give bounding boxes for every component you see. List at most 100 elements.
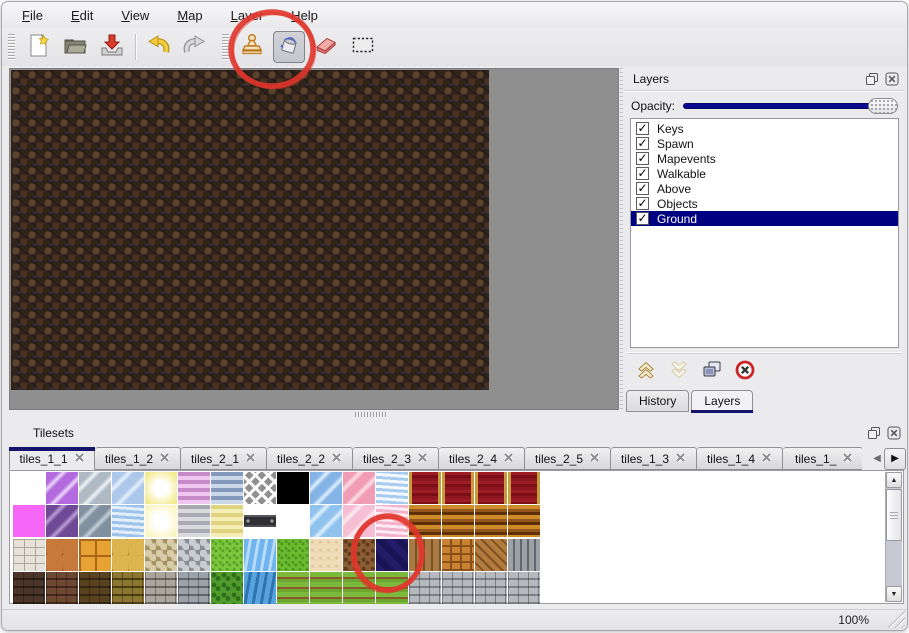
move-layer-up-button[interactable]: [635, 359, 657, 381]
tile-r1-c1[interactable]: [13, 472, 45, 504]
layer-visibility-checkbox[interactable]: ✓: [636, 212, 649, 225]
tile-r3-c8[interactable]: [244, 539, 276, 571]
tile-r1-c10[interactable]: [310, 472, 342, 504]
tileset-tab-tiles_1_1[interactable]: tiles_1_1: [9, 447, 95, 470]
scrollbar-thumb[interactable]: [886, 489, 902, 541]
tab-close-icon[interactable]: [159, 452, 170, 466]
tab-close-icon[interactable]: [331, 452, 342, 466]
tileset-scrollbar[interactable]: ▲ ▼: [885, 472, 902, 602]
tile-r2-c12[interactable]: [376, 505, 408, 537]
tile-r3-c3[interactable]: [79, 539, 111, 571]
tile-r4-c2[interactable]: [46, 572, 78, 604]
tile-r4-c9[interactable]: [277, 572, 309, 604]
select-tool-button[interactable]: [347, 31, 379, 63]
tile-r3-c10[interactable]: [310, 539, 342, 571]
tile-r1-c16[interactable]: [508, 472, 540, 504]
tab-close-icon[interactable]: [842, 452, 853, 466]
tab-scroll-right-button[interactable]: ▶: [884, 448, 906, 470]
tile-r3-c12[interactable]: [376, 539, 408, 571]
tileset-tab-tiles_2_1[interactable]: tiles_2_1: [181, 447, 267, 470]
tile-r4-c16[interactable]: [508, 572, 540, 604]
tab-scroll-left-button[interactable]: ◀: [870, 448, 884, 469]
tile-r2-c13[interactable]: [409, 505, 441, 537]
tab-close-icon[interactable]: [675, 452, 686, 466]
tile-r4-c13[interactable]: [409, 572, 441, 604]
tab-close-icon[interactable]: [245, 452, 256, 466]
layer-visibility-checkbox[interactable]: ✓: [636, 152, 649, 165]
tab-close-icon[interactable]: [761, 452, 772, 466]
tile-r1-c9[interactable]: [277, 472, 309, 504]
horizontal-splitter-grip[interactable]: [355, 412, 387, 417]
tile-r3-c16[interactable]: [508, 539, 540, 571]
tile-r3-c13[interactable]: [409, 539, 441, 571]
tab-layers[interactable]: Layers: [691, 390, 753, 412]
open-button[interactable]: [59, 31, 91, 63]
tile-r3-c6[interactable]: [178, 539, 210, 571]
layer-row-objects[interactable]: ✓Objects: [631, 196, 898, 211]
tile-r3-c1[interactable]: [13, 539, 45, 571]
layer-visibility-checkbox[interactable]: ✓: [636, 197, 649, 210]
duplicate-layer-button[interactable]: [701, 359, 723, 381]
window-resize-grip[interactable]: [887, 610, 905, 628]
tile-r2-c1[interactable]: [13, 505, 45, 537]
tile-r2-c7[interactable]: [211, 505, 243, 537]
tab-close-icon[interactable]: [589, 452, 600, 466]
tileset-tab-tiles_1_4[interactable]: tiles_1_4: [697, 447, 783, 470]
tile-r3-c7[interactable]: [211, 539, 243, 571]
opacity-slider-track[interactable]: [683, 103, 898, 109]
tile-r1-c13[interactable]: [409, 472, 441, 504]
tile-r4-c5[interactable]: [145, 572, 177, 604]
tile-r4-c4[interactable]: [112, 572, 144, 604]
eraser-tool-button[interactable]: [310, 31, 342, 63]
menu-help[interactable]: Help: [291, 8, 318, 23]
map-canvas[interactable]: [9, 68, 619, 410]
tile-r3-c14[interactable]: [442, 539, 474, 571]
undo-button[interactable]: [142, 31, 174, 63]
tab-close-icon[interactable]: [74, 452, 85, 466]
tile-r2-c3[interactable]: [79, 505, 111, 537]
tile-r4-c8[interactable]: [244, 572, 276, 604]
tilesets-float-button[interactable]: [866, 425, 882, 441]
layer-row-ground[interactable]: ✓Ground: [631, 211, 898, 226]
tile-r1-c3[interactable]: [79, 472, 111, 504]
move-layer-down-button[interactable]: [668, 359, 690, 381]
tileset-tab-tiles_2_2[interactable]: tiles_2_2: [267, 447, 353, 470]
layer-visibility-checkbox[interactable]: ✓: [636, 122, 649, 135]
menu-map[interactable]: Map: [177, 8, 202, 23]
tileset-tab-tiles_1_3[interactable]: tiles_1_3: [611, 447, 697, 470]
tile-r1-c5[interactable]: [145, 472, 177, 504]
tile-r4-c15[interactable]: [475, 572, 507, 604]
layer-row-keys[interactable]: ✓Keys: [631, 121, 898, 136]
menu-layer[interactable]: Layer: [231, 8, 264, 23]
tile-r1-c14[interactable]: [442, 472, 474, 504]
layer-row-walkable[interactable]: ✓Walkable: [631, 166, 898, 181]
tile-r4-c14[interactable]: [442, 572, 474, 604]
tile-r3-c9[interactable]: [277, 539, 309, 571]
menu-view[interactable]: View: [121, 8, 149, 23]
tab-close-icon[interactable]: [503, 452, 514, 466]
tile-r2-c16[interactable]: [508, 505, 540, 537]
delete-layer-button[interactable]: [734, 359, 756, 381]
tile-r1-c4[interactable]: [112, 472, 144, 504]
layer-visibility-checkbox[interactable]: ✓: [636, 167, 649, 180]
tile-r3-c15[interactable]: [475, 539, 507, 571]
new-button[interactable]: [22, 31, 54, 63]
tile-r2-c6[interactable]: [178, 505, 210, 537]
tileset-tab-tiles_2_3[interactable]: tiles_2_3: [353, 447, 439, 470]
layer-visibility-checkbox[interactable]: ✓: [636, 137, 649, 150]
layer-row-above[interactable]: ✓Above: [631, 181, 898, 196]
tile-r2-c15[interactable]: [475, 505, 507, 537]
tile-r4-c7[interactable]: [211, 572, 243, 604]
tile-r4-c3[interactable]: [79, 572, 111, 604]
tile-r2-c4[interactable]: [112, 505, 144, 537]
tab-history[interactable]: History: [626, 390, 689, 412]
save-button[interactable]: [96, 31, 128, 63]
tile-r2-c5[interactable]: [145, 505, 177, 537]
layer-row-mapevents[interactable]: ✓Mapevents: [631, 151, 898, 166]
stamp-tool-button[interactable]: [236, 31, 268, 63]
tile-r1-c7[interactable]: [211, 472, 243, 504]
tile-r1-c6[interactable]: [178, 472, 210, 504]
redo-button[interactable]: [179, 31, 211, 63]
tile-r2-c10[interactable]: [310, 505, 342, 537]
tile-r2-c14[interactable]: [442, 505, 474, 537]
